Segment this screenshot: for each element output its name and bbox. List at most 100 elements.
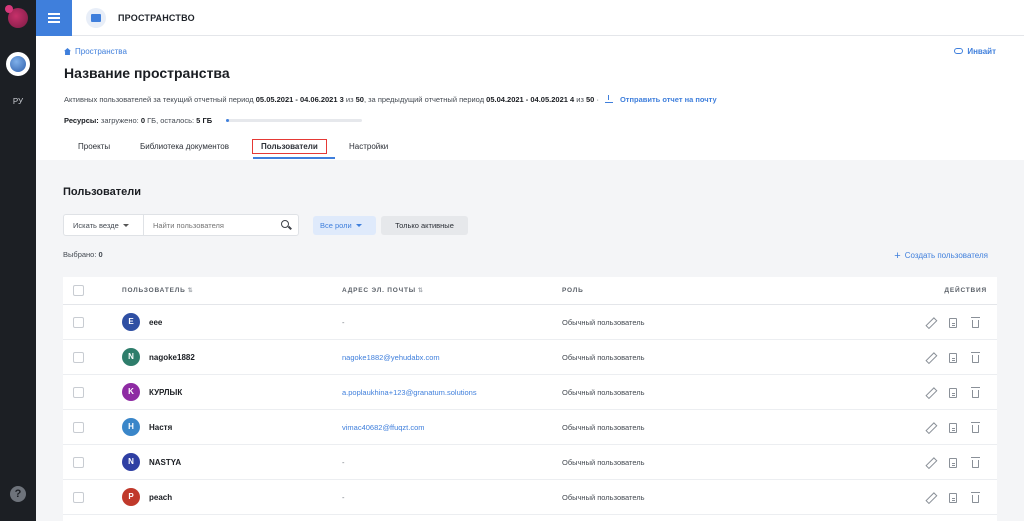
sort-icon[interactable]: ⇅ — [418, 287, 424, 294]
storage-progress-bar — [226, 119, 362, 122]
document-icon[interactable] — [949, 318, 957, 328]
active-users-period: Активных пользователей за текущий отчетн… — [64, 95, 717, 104]
edit-icon[interactable] — [926, 388, 935, 397]
period-mid-text: , за предыдущий отчетный период — [363, 95, 485, 104]
column-user[interactable]: ПОЛЬЗОВАТЕЛЬ ⇅ — [122, 287, 193, 294]
users-table: ПОЛЬЗОВАТЕЛЬ ⇅ АДРЕС ЭЛ. ПОЧТЫ ⇅ РОЛЬ ДЕЙС… — [63, 277, 997, 521]
sort-icon[interactable]: ⇅ — [188, 287, 194, 294]
table-header: ПОЛЬЗОВАТЕЛЬ ⇅ АДРЕС ЭЛ. ПОЧТЫ ⇅ РОЛЬ ДЕЙС… — [63, 277, 997, 305]
column-user-label: ПОЛЬЗОВАТЕЛЬ — [122, 287, 186, 294]
row-checkbox[interactable] — [73, 387, 84, 398]
document-icon[interactable] — [949, 353, 957, 363]
trash-icon[interactable] — [971, 387, 980, 398]
previous-period-count: 4 — [570, 95, 575, 104]
left-value: 5 — [196, 116, 201, 125]
hamburger-menu-button[interactable] — [36, 0, 72, 36]
table-row[interactable]: N nagoke1882 nagoke1882@yehudabx.com Обы… — [63, 340, 997, 375]
space-header: Пространства Инвайт Название пространств… — [36, 36, 1024, 160]
language-switch[interactable]: РУ — [0, 97, 36, 106]
tab-projects[interactable]: Проекты — [78, 142, 110, 151]
edit-icon[interactable] — [926, 458, 935, 467]
edit-icon[interactable] — [926, 493, 935, 502]
user-role: Обычный пользователь — [562, 388, 645, 397]
search-scope-dropdown[interactable]: Искать везде — [63, 214, 143, 236]
select-all-checkbox[interactable] — [73, 285, 84, 296]
row-checkbox[interactable] — [73, 457, 84, 468]
user-email[interactable]: a.poplaukhina+123@granatum.solutions — [342, 388, 477, 397]
document-icon[interactable] — [949, 458, 957, 468]
user-email: - — [342, 318, 345, 327]
user-name[interactable]: КУРЛЫК — [149, 388, 182, 397]
selected-count: Выбрано: 0 — [63, 250, 103, 259]
trash-icon[interactable] — [971, 457, 980, 468]
tab-settings[interactable]: Настройки — [349, 142, 388, 151]
chevron-down-icon — [355, 224, 362, 227]
top-bar: ПРОСТРАНСТВО — [36, 0, 1024, 36]
invite-link[interactable]: Инвайт — [954, 47, 996, 56]
table-row[interactable]: P peach - Обычный пользователь — [63, 480, 997, 515]
row-checkbox[interactable] — [73, 352, 84, 363]
top-bar-title: ПРОСТРАНСТВО — [118, 13, 195, 23]
table-row[interactable]: K КУРЛЫК a.poplaukhina+123@granatum.solu… — [63, 375, 997, 410]
of-text: из — [576, 95, 584, 104]
tab-users[interactable]: Пользователи — [252, 139, 327, 154]
download-icon[interactable] — [604, 95, 613, 103]
avatar: N — [122, 453, 140, 471]
separator-dot: · — [596, 95, 599, 104]
tab-document-library[interactable]: Библиотека документов — [140, 142, 229, 151]
edit-icon[interactable] — [926, 423, 935, 432]
app-logo-icon[interactable] — [5, 5, 28, 28]
link-icon — [954, 48, 964, 54]
current-period-count: 3 — [339, 95, 344, 104]
user-email: - — [342, 458, 345, 467]
search-icon[interactable] — [281, 220, 289, 228]
row-checkbox[interactable] — [73, 317, 84, 328]
trash-icon[interactable] — [971, 422, 980, 433]
left-unit: ГБ — [202, 116, 213, 125]
edit-icon[interactable] — [926, 353, 935, 362]
table-row[interactable]: E eee - Обычный пользователь — [63, 305, 997, 340]
breadcrumb[interactable]: Пространства — [64, 47, 127, 56]
user-role: Обычный пользователь — [562, 458, 645, 467]
user-name[interactable]: Настя — [149, 423, 172, 432]
chevron-down-icon — [122, 224, 129, 227]
row-checkbox[interactable] — [73, 492, 84, 503]
table-row[interactable]: N NASTYA - Обычный пользователь — [63, 445, 997, 480]
document-icon[interactable] — [949, 493, 957, 503]
send-report-link[interactable]: Отправить отчет на почту — [620, 95, 717, 104]
create-user-button[interactable]: + Создать пользователя — [894, 250, 988, 262]
space-avatar-icon[interactable] — [6, 52, 30, 76]
breadcrumb-label[interactable]: Пространства — [75, 47, 127, 56]
home-icon — [64, 48, 71, 55]
column-email-label: АДРЕС ЭЛ. ПОЧТЫ — [342, 287, 416, 294]
column-email[interactable]: АДРЕС ЭЛ. ПОЧТЫ ⇅ — [342, 287, 424, 294]
selected-label: Выбрано: — [63, 250, 97, 259]
avatar: N — [122, 348, 140, 366]
plus-icon: + — [894, 250, 901, 262]
user-name[interactable]: NASTYA — [149, 458, 181, 467]
user-email[interactable]: vimac40682@ffuqzt.com — [342, 423, 425, 432]
row-checkbox[interactable] — [73, 422, 84, 433]
avatar: H — [122, 418, 140, 436]
edit-icon[interactable] — [926, 318, 935, 327]
user-email[interactable]: nagoke1882@yehudabx.com — [342, 353, 440, 362]
document-icon[interactable] — [949, 423, 957, 433]
user-name[interactable]: nagoke1882 — [149, 353, 195, 362]
help-icon[interactable]: ? — [10, 486, 26, 502]
invite-label[interactable]: Инвайт — [967, 47, 996, 56]
user-name[interactable]: peach — [149, 493, 172, 502]
user-name[interactable]: eee — [149, 318, 162, 327]
document-icon[interactable] — [949, 388, 957, 398]
user-role: Обычный пользователь — [562, 423, 645, 432]
current-period-range: 05.05.2021 - 04.06.2021 — [255, 95, 338, 104]
roles-filter-dropdown[interactable]: Все роли — [313, 216, 376, 235]
briefcase-icon — [86, 8, 106, 28]
page-title: Название пространства — [64, 65, 230, 81]
trash-icon[interactable] — [971, 352, 980, 363]
trash-icon[interactable] — [971, 317, 980, 328]
search-input[interactable] — [143, 214, 299, 236]
current-period-total: 50 — [355, 95, 364, 104]
table-row[interactable]: H Настя vimac40682@ffuqzt.com Обычный по… — [63, 410, 997, 445]
active-only-button[interactable]: Только активные — [381, 216, 468, 235]
trash-icon[interactable] — [971, 492, 980, 503]
